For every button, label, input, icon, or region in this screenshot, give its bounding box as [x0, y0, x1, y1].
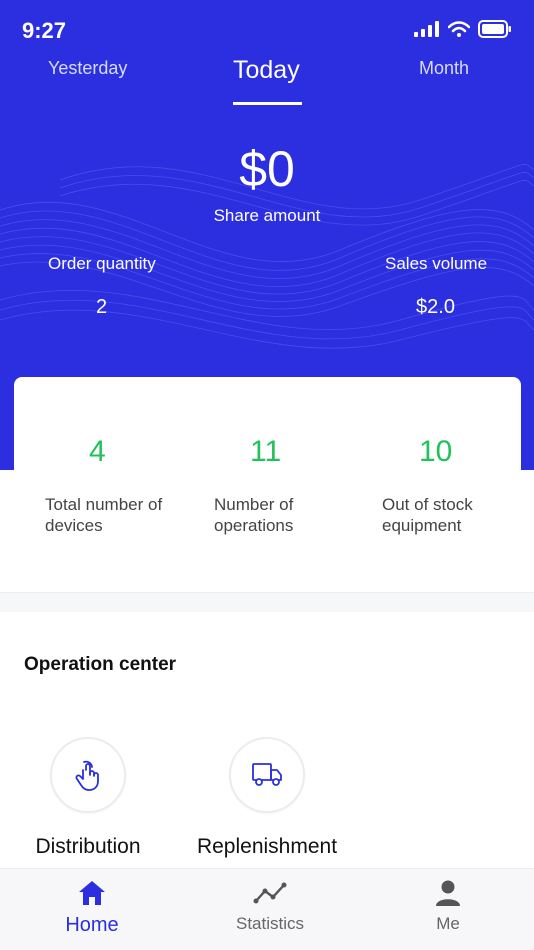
- distribution-label: Distribution: [35, 835, 141, 858]
- status-icons: [414, 20, 512, 38]
- replenishment-button[interactable]: Replenishment: [182, 737, 352, 859]
- operations-value: 11: [250, 435, 282, 468]
- operations-label-line1: Number of: [214, 495, 294, 514]
- replenishment-icon-circle[interactable]: [229, 737, 305, 813]
- out-of-stock-label: Out of stock equipment: [382, 494, 473, 536]
- battery-icon: [478, 20, 511, 38]
- tab-today[interactable]: Today: [233, 56, 300, 85]
- distribution-button[interactable]: Distribution: [3, 737, 173, 859]
- operations-label: Number of operations: [214, 494, 293, 536]
- nav-me-label: Me: [436, 914, 460, 933]
- share-amount-value: $0: [239, 141, 295, 197]
- order-quantity-value: 2: [95, 296, 108, 318]
- nav-statistics-label: Statistics: [235, 914, 305, 933]
- total-devices-value: 4: [89, 435, 106, 468]
- nav-statistics[interactable]: Statistics: [205, 879, 335, 934]
- out-of-stock-value: 10: [419, 435, 453, 468]
- signal-icon: [414, 21, 439, 37]
- tab-month[interactable]: Month: [419, 58, 469, 79]
- sales-volume-label: Sales volume: [385, 254, 488, 273]
- tab-yesterday[interactable]: Yesterday: [48, 58, 127, 79]
- nav-home-label: Home: [65, 914, 119, 936]
- replenishment-label: Replenishment: [196, 835, 338, 858]
- operation-center-title: Operation center: [24, 654, 177, 675]
- share-amount-label: Share amount: [213, 206, 321, 225]
- active-tab-indicator: [233, 102, 302, 105]
- bottom-navigation: Home Statistics Me: [0, 868, 534, 950]
- nav-home[interactable]: Home: [27, 879, 157, 937]
- distribution-icon-circle[interactable]: [50, 737, 126, 813]
- wifi-icon: [448, 21, 470, 37]
- out-of-stock-label-line2: equipment: [382, 516, 462, 535]
- section-divider: [0, 592, 534, 612]
- total-devices-label: Total number of devices: [45, 494, 162, 536]
- person-icon: [436, 880, 460, 906]
- out-of-stock-label-line1: Out of stock: [382, 495, 473, 514]
- nav-me[interactable]: Me: [383, 879, 513, 934]
- sales-volume-value: $2.0: [416, 296, 455, 318]
- home-icon: [79, 881, 105, 905]
- total-devices-label-line1: Total number of: [45, 495, 163, 514]
- status-time: 9:27: [22, 18, 67, 43]
- order-quantity-label: Order quantity: [48, 254, 156, 273]
- chart-line-icon: [253, 882, 287, 904]
- status-bar: 9:27: [0, 0, 534, 60]
- total-devices-label-line2: devices: [45, 516, 103, 535]
- truck-icon: [252, 763, 282, 786]
- hand-pointer-icon: [75, 760, 99, 791]
- operations-label-line2: operations: [214, 516, 294, 535]
- stats-card: 4 Total number of devices 11 Number of o…: [14, 377, 521, 592]
